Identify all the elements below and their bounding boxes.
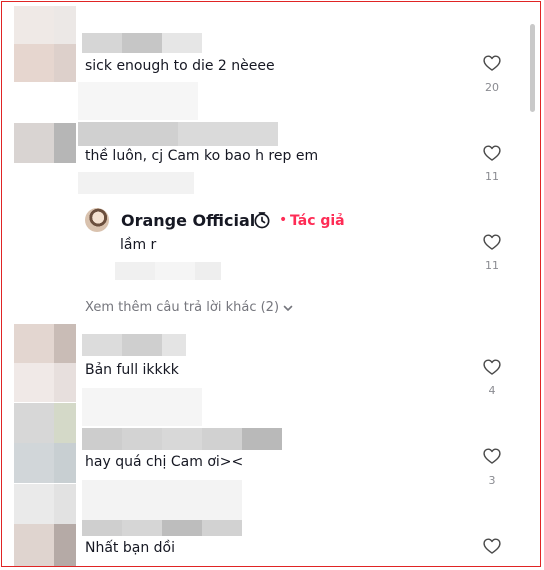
like-button[interactable] xyxy=(482,53,502,73)
username-blurred[interactable] xyxy=(82,334,186,356)
view-more-replies-button[interactable]: Xem thêm câu trả lời khác (2) xyxy=(85,300,279,315)
comment-text: Bản full ikkkk xyxy=(85,362,179,378)
author-name[interactable]: Orange Official xyxy=(121,211,255,230)
like-count: 4 xyxy=(488,384,496,397)
like-button[interactable] xyxy=(482,143,502,163)
meta-blurred xyxy=(115,262,221,280)
separator-dot: • xyxy=(279,212,288,228)
avatar[interactable] xyxy=(14,324,76,402)
author-avatar[interactable] xyxy=(85,208,109,232)
avatar[interactable] xyxy=(14,484,76,566)
like-count: 11 xyxy=(485,259,499,272)
avatar[interactable] xyxy=(14,403,76,483)
like-button[interactable] xyxy=(482,446,502,466)
username-blurred[interactable] xyxy=(82,520,242,536)
comment-panel: sick enough to die 2 nèeee 20 thề luôn, … xyxy=(1,1,541,567)
heart-outline-icon xyxy=(483,234,501,250)
heart-outline-icon xyxy=(483,448,501,464)
meta-blurred xyxy=(78,82,198,120)
username-blurred[interactable] xyxy=(78,122,278,146)
comment-text: Nhất bạn dồi xyxy=(85,540,175,556)
heart-outline-icon xyxy=(483,55,501,71)
reply-text: lầm r xyxy=(120,237,157,253)
like-count: 20 xyxy=(485,81,499,94)
meta-blurred xyxy=(82,388,202,426)
username-blurred[interactable] xyxy=(82,33,202,53)
scrollbar[interactable] xyxy=(530,24,535,112)
like-button[interactable] xyxy=(482,232,502,252)
avatar[interactable] xyxy=(14,6,76,82)
meta-blurred xyxy=(82,480,242,520)
username-blurred[interactable] xyxy=(82,428,282,450)
author-tag: Tác giả xyxy=(290,213,345,229)
clock-badge-icon xyxy=(252,210,272,230)
meta-blurred xyxy=(78,172,194,194)
avatar[interactable] xyxy=(14,123,76,163)
heart-outline-icon xyxy=(483,145,501,161)
like-button[interactable] xyxy=(482,357,502,377)
comment-text: hay quá chị Cam ơi>< xyxy=(85,454,244,470)
chevron-down-icon[interactable] xyxy=(282,302,294,314)
like-button[interactable] xyxy=(482,536,502,556)
comment-text: sick enough to die 2 nèeee xyxy=(85,58,275,74)
heart-outline-icon xyxy=(483,359,501,375)
like-count: 3 xyxy=(488,474,496,487)
heart-outline-icon xyxy=(483,538,501,554)
like-count: 11 xyxy=(485,170,499,183)
comment-text: thề luôn, cj Cam ko bao h rep em xyxy=(85,148,319,164)
